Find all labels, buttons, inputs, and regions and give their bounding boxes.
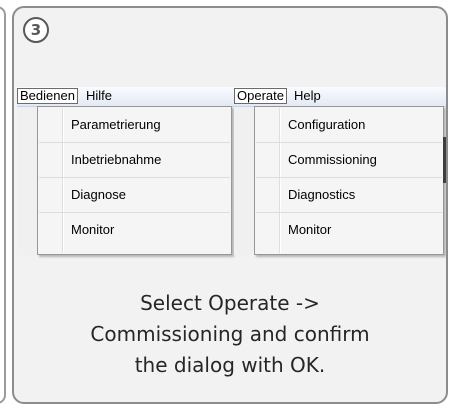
menu-item-label: Configuration [288, 117, 366, 132]
menu-item-label: Commissioning [288, 152, 377, 167]
menu-item-monitor[interactable]: Monitor [39, 213, 230, 248]
menu-item-label: Monitor [71, 222, 115, 237]
german-menu-screenshot: Bedienen Hilfe Parametrierung Inbetriebn… [17, 87, 239, 255]
step-card: 3 Bedienen Hilfe Parametrierung Inbetrie… [12, 6, 448, 404]
menu-hilfe[interactable]: Hilfe [83, 88, 115, 104]
menu-item-label: Inbetriebnahme [71, 152, 162, 167]
menu-help[interactable]: Help [291, 88, 324, 104]
instruction-line: Commissioning and confirm [90, 322, 370, 346]
menu-item-diagnostics[interactable]: Diagnostics [256, 178, 442, 213]
menu-item-diagnose[interactable]: Diagnose [39, 178, 230, 213]
menu-operate[interactable]: Operate [234, 88, 287, 104]
previous-step-panel-edge [0, 6, 6, 404]
step-number: 3 [30, 21, 42, 39]
menu-item-parametrierung[interactable]: Parametrierung [39, 108, 230, 143]
instruction-line: Select Operate -> [140, 291, 320, 315]
menu-item-label: Diagnostics [288, 187, 356, 202]
menu-bedienen[interactable]: Bedienen [17, 88, 78, 104]
english-menubar: Operate Help [234, 87, 446, 107]
menu-item-label: Monitor [288, 222, 332, 237]
german-dropdown-menu: Parametrierung Inbetriebnahme Diagnose M… [37, 106, 232, 255]
menu-item-commissioning[interactable]: Commissioning [256, 143, 442, 178]
step-number-badge: 3 [23, 17, 49, 43]
window-edge [443, 137, 446, 183]
menu-item-label: Diagnose [71, 187, 126, 202]
english-menu-screenshot: Operate Help Configuration Commissioning… [234, 87, 446, 255]
menu-item-configuration[interactable]: Configuration [256, 108, 442, 143]
menu-item-inbetriebnahme[interactable]: Inbetriebnahme [39, 143, 230, 178]
german-menubar: Bedienen Hilfe [17, 87, 239, 107]
menu-item-label: Parametrierung [71, 117, 161, 132]
menu-item-monitor[interactable]: Monitor [256, 213, 442, 248]
instruction-text: Select Operate -> Commissioning and conf… [14, 288, 446, 381]
english-dropdown-menu: Configuration Commissioning Diagnostics … [254, 106, 444, 255]
instruction-line: the dialog with OK. [134, 353, 326, 377]
